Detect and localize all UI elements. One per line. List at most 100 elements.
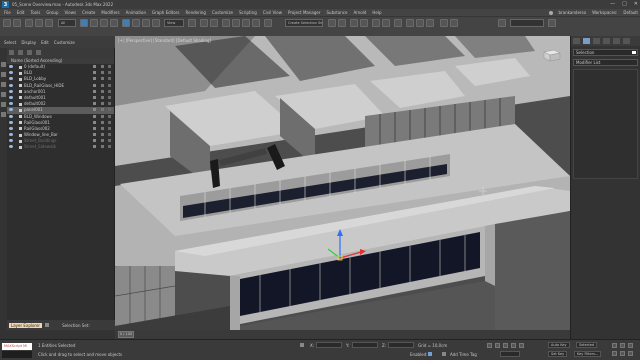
toggle-layer-explorer-icon[interactable] [360,19,368,27]
percent-snap-icon[interactable] [242,19,250,27]
freeze-icon[interactable] [101,65,104,68]
key-filters-button[interactable]: Key Filters... [574,351,602,357]
placement-icon[interactable] [152,19,160,27]
explorer-menu-display[interactable]: Display [21,40,36,45]
freeze-icon[interactable] [101,102,104,106]
modifier-stack[interactable] [573,69,638,179]
freeze-icon[interactable] [101,95,104,99]
object-name-field[interactable]: Selection [573,49,638,56]
x-coordinate-field[interactable] [316,342,342,348]
radiosity-icon[interactable] [108,108,111,112]
workspace-dropdown[interactable]: Default [623,10,638,15]
undo-icon[interactable] [3,19,11,27]
y-coordinate-field[interactable] [352,342,378,348]
render-toggle-icon[interactable] [93,145,96,149]
snaps-toggle-icon[interactable] [222,19,230,27]
freeze-icon[interactable] [101,126,104,130]
menu-arnold[interactable]: Arnold [353,10,366,15]
rotate-icon[interactable] [132,19,140,27]
render-toggle-icon[interactable] [93,133,96,137]
lock-selection-icon[interactable] [300,343,304,347]
explorer-menu-select[interactable]: Select [4,40,16,45]
viewcube-icon[interactable] [540,46,562,64]
bind-space-warp-icon[interactable] [45,19,53,27]
render-setup-icon[interactable] [406,19,414,27]
radiosity-icon[interactable] [108,71,111,75]
maxscript-output[interactable] [2,351,32,358]
window-crossing-icon[interactable] [110,19,118,27]
open-autodesk-a360-icon[interactable] [450,19,458,27]
explorer-menu-edit[interactable]: Edit [41,40,49,45]
select-manipulate-icon[interactable] [200,19,208,27]
explorer-menu-customize[interactable]: Customize [54,40,75,45]
angle-snap-icon[interactable] [232,19,240,27]
visibility-eye-icon[interactable] [9,102,13,106]
menu-scripting[interactable]: Scripting [239,10,257,15]
menu-views[interactable]: Views [65,10,77,15]
modify-tab-icon[interactable] [583,38,590,44]
menu-customize[interactable]: Customize [212,10,233,15]
freeze-icon[interactable] [101,139,104,143]
selection-filter-dropdown[interactable]: All [58,19,76,27]
freeze-icon[interactable] [101,108,104,112]
close-button[interactable]: ✕ [634,1,638,7]
schematic-view-icon[interactable] [382,19,390,27]
visibility-eye-icon[interactable] [9,77,13,81]
menu-graph-editors[interactable]: Graph Editors [152,10,179,15]
maxscript-listener[interactable]: MAXScript Mi [2,343,32,350]
mirror-icon[interactable] [328,19,336,27]
freeze-icon[interactable] [101,114,104,118]
menu-help[interactable]: Help [372,10,381,15]
render-toggle-icon[interactable] [93,102,96,106]
next-frame-icon[interactable] [511,343,516,348]
redo-icon[interactable] [13,19,21,27]
radiosity-icon[interactable] [108,139,111,143]
add-time-tag[interactable]: Add Time Tag [450,352,477,357]
viewport-label[interactable]: [+] [Perspective] [Standard] [Default Sh… [118,38,211,43]
visibility-eye-icon[interactable] [9,95,13,99]
display-tab-icon[interactable] [613,38,620,44]
perspective-viewport[interactable]: [+] [Perspective] [Standard] [Default Sh… [115,36,570,339]
search-icon[interactable] [9,50,14,55]
menu-substance[interactable]: Substance [327,10,348,15]
keyboard-shortcut-override-icon[interactable] [210,19,218,27]
freeze-icon[interactable] [101,89,104,93]
radiosity-icon[interactable] [108,102,111,106]
filter-space-warps-icon[interactable] [1,112,6,117]
layer-icon[interactable] [36,50,41,55]
visibility-eye-icon[interactable] [9,89,13,93]
auto-key-button[interactable]: Auto Key [548,342,570,348]
object-color-swatch[interactable] [632,51,636,54]
menu-animation[interactable]: Animation [126,10,146,15]
radiosity-icon[interactable] [108,83,111,87]
maximize-viewport-icon[interactable] [628,351,633,356]
render-toggle-icon[interactable] [93,65,96,68]
render-toggle-icon[interactable] [93,114,96,118]
pivot-center-icon[interactable] [188,19,196,27]
radiosity-icon[interactable] [108,95,111,99]
render-toggle-icon[interactable] [93,126,96,130]
menu-edit[interactable]: Edit [17,10,25,15]
lock-icon[interactable] [45,323,50,327]
visibility-eye-icon[interactable] [9,83,13,87]
radiosity-icon[interactable] [108,133,111,137]
render-toggle-icon[interactable] [93,71,96,75]
radiosity-icon[interactable] [108,145,111,149]
zoom-all-icon[interactable] [620,343,625,348]
filter-cameras-icon[interactable] [1,92,6,97]
radiosity-icon[interactable] [108,114,111,118]
visibility-eye-icon[interactable] [9,120,13,124]
scale-icon[interactable] [142,19,150,27]
menu-modifiers[interactable]: Modifiers [101,10,119,15]
filter-geometry-icon[interactable] [1,62,6,67]
user-icon[interactable] [548,10,553,15]
visibility-eye-icon[interactable] [9,114,13,118]
align-icon[interactable] [338,19,346,27]
render-toggle-icon[interactable] [93,77,96,81]
visibility-eye-icon[interactable] [9,139,13,143]
menu-file[interactable]: File [4,10,11,15]
render-production-icon[interactable] [426,19,434,27]
radiosity-icon[interactable] [108,65,111,68]
minimize-button[interactable]: — [610,1,615,7]
visibility-eye-icon[interactable] [9,145,13,149]
